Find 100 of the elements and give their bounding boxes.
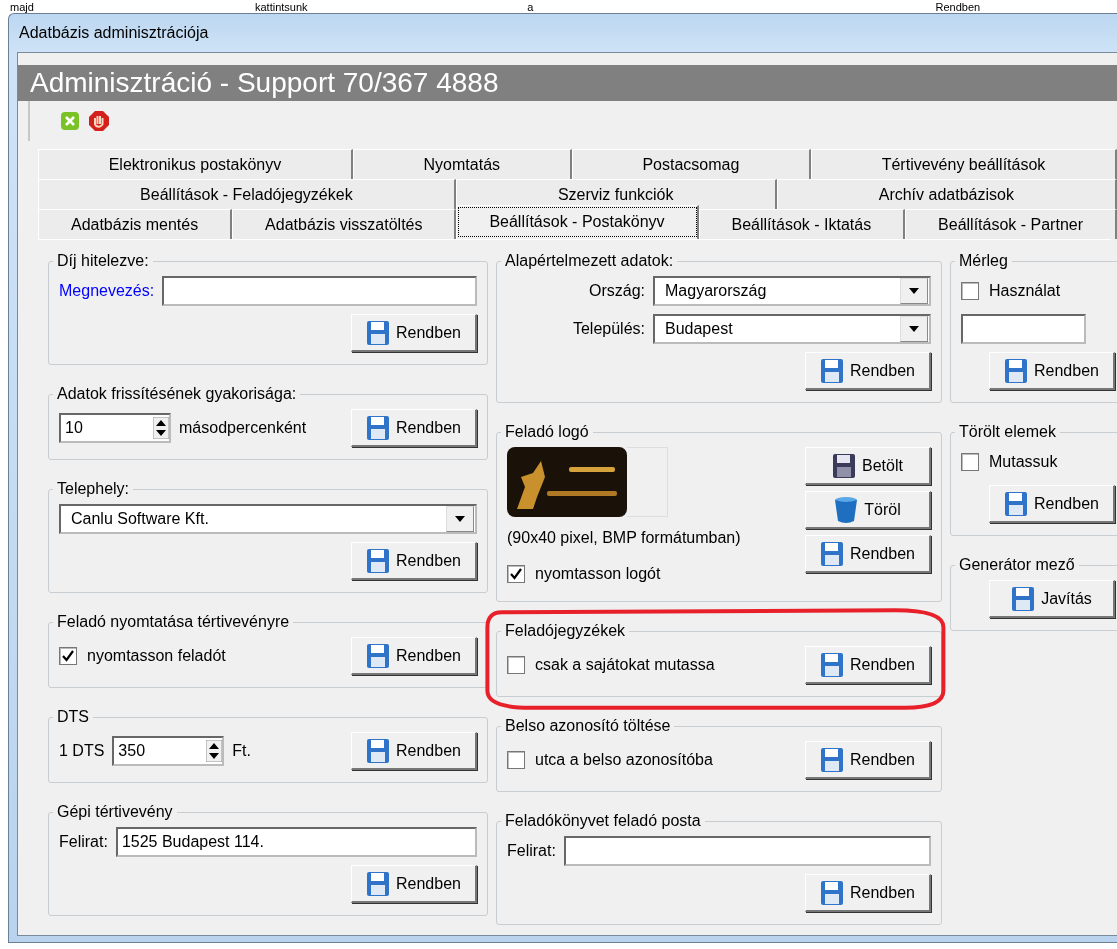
group-title: Alapértelmezett adatok:: [504, 252, 675, 270]
spin-label: 1 DTS: [59, 742, 105, 760]
unit-label: másodpercenként: [179, 419, 307, 437]
dropdown-arrow-icon: [909, 288, 919, 294]
group-title: Feladójegyzékek: [504, 622, 627, 640]
group-title: Törölt elemek: [958, 423, 1057, 441]
field-label: Település:: [571, 320, 645, 338]
floppy-icon: [820, 540, 844, 567]
field-label: Ország:: [588, 282, 645, 300]
save-button[interactable]: Javítás: [989, 580, 1115, 618]
checkbox-label: nyomtasson logót: [535, 565, 661, 583]
save-button[interactable]: Rendben: [989, 352, 1115, 390]
save-button[interactable]: Rendben: [351, 314, 477, 352]
save-button[interactable]: Rendben: [989, 485, 1115, 523]
save-button[interactable]: Rendben: [805, 352, 931, 390]
dropdown-field[interactable]: Magyarország: [653, 276, 931, 306]
save-button[interactable]: Rendben: [805, 535, 931, 573]
floppy-icon: [366, 319, 390, 346]
checkbox-label: Mutassuk: [989, 453, 1058, 471]
save-button[interactable]: Rendben: [805, 741, 931, 779]
background-text: a: [527, 1, 535, 13]
field-label: Felirat:: [59, 833, 108, 851]
save-button[interactable]: Rendben: [805, 874, 931, 912]
floppy-icon: [366, 870, 390, 897]
spin-arrows-icon[interactable]: [153, 417, 169, 439]
group-title: Feladó logó: [504, 423, 590, 441]
text-field[interactable]: [961, 314, 1086, 344]
window-title: Adatbázis adminisztrációja: [18, 24, 209, 42]
text-field[interactable]: [563, 836, 931, 866]
tab[interactable]: Beállítások - Partner: [905, 209, 1117, 239]
floppy-icon: [366, 737, 390, 764]
checkbox[interactable]: [59, 647, 77, 665]
save-button[interactable]: Rendben: [351, 409, 477, 447]
checkbox[interactable]: [961, 453, 979, 471]
load-button[interactable]: Betölt: [805, 447, 931, 485]
group-title: Mérleg: [958, 252, 1009, 270]
number-field[interactable]: 350: [112, 736, 225, 766]
tab[interactable]: Nyomtatás: [352, 149, 572, 179]
tab[interactable]: Elektronikus postakönyv: [38, 149, 353, 179]
dropdown-arrow-icon: [455, 516, 465, 522]
logo-note: (90x40 pixel, BMP formátumban): [507, 529, 741, 547]
save-button[interactable]: Rendben: [805, 646, 931, 684]
group-title: Belso azonosító töltése: [504, 717, 672, 735]
save-button[interactable]: Rendben: [351, 542, 477, 580]
floppy-icon: [832, 452, 857, 479]
save-button[interactable]: Rendben: [351, 732, 477, 770]
header-title: Adminisztráció - Support 70/367 4888: [30, 67, 499, 99]
group-title: DTS: [56, 708, 90, 726]
text-field[interactable]: 1525 Budapest 114.: [115, 827, 477, 857]
check-icon: [62, 650, 74, 662]
checkbox[interactable]: [507, 751, 525, 769]
tab[interactable]: Archív adatbázisok: [776, 179, 1117, 209]
unit-label: Ft.: [232, 742, 251, 760]
text-field[interactable]: [162, 276, 477, 306]
background-text: majd: [10, 1, 35, 13]
dropdown-field[interactable]: Budapest: [653, 314, 931, 344]
tab[interactable]: Beállítások - Postakönyv: [456, 205, 699, 239]
floppy-icon: [1004, 490, 1028, 517]
number-field[interactable]: 10: [59, 413, 171, 443]
checkbox[interactable]: [507, 565, 525, 583]
dropdown-arrow-icon: [909, 326, 919, 332]
delete-button[interactable]: Töröl: [805, 491, 931, 529]
floppy-icon: [820, 746, 844, 773]
floppy-icon: [1011, 585, 1036, 612]
floppy-icon: [1004, 357, 1028, 384]
group-title: Generátor mező: [958, 556, 1076, 574]
tab[interactable]: Adatbázis visszatöltés: [232, 209, 457, 239]
checkbox[interactable]: [507, 656, 525, 674]
dropdown-field[interactable]: Canlu Software Kft.: [59, 504, 477, 534]
group-title: Telephely:: [56, 480, 131, 498]
group-title: Díj hitelezve:: [56, 252, 150, 270]
floppy-icon: [366, 642, 390, 669]
floppy-icon: [820, 651, 844, 678]
logo-frame: [627, 447, 668, 517]
floppy-icon: [366, 547, 390, 574]
tab[interactable]: Beállítások - Iktatás: [698, 209, 906, 239]
background-text: kattintsunk: [255, 1, 309, 13]
spin-arrows-icon[interactable]: [206, 740, 223, 762]
checkbox-label: nyomtasson feladót: [87, 647, 226, 665]
background-text: Rendben: [935, 1, 982, 13]
group-title: Gépi tértivevény: [56, 803, 174, 821]
checkbox-label: csak a sajátokat mutassa: [535, 656, 715, 674]
group-title: Adatok frissítésének gyakorisága:: [56, 385, 298, 403]
group-title: Feladó nyomtatása tértivevényre: [56, 613, 291, 631]
stop-hand-icon[interactable]: [88, 110, 110, 132]
tab[interactable]: Tértivevény beállítások: [811, 149, 1117, 179]
check-icon: [510, 568, 522, 580]
tab[interactable]: Postacsomag: [571, 149, 811, 179]
checkbox-label: Használat: [989, 282, 1061, 300]
checkbox[interactable]: [961, 282, 979, 300]
field-label: Megnevezés:: [59, 282, 155, 300]
bin-icon: [834, 495, 859, 524]
field-label: Felirat:: [507, 842, 556, 860]
floppy-icon: [366, 414, 390, 441]
tab[interactable]: Adatbázis mentés: [38, 209, 233, 239]
save-button[interactable]: Rendben: [351, 637, 477, 675]
floppy-icon: [820, 357, 844, 384]
tab[interactable]: Beállítások - Feladójegyzékek: [38, 179, 456, 209]
floppy-icon: [820, 879, 844, 906]
save-button[interactable]: Rendben: [351, 865, 477, 903]
